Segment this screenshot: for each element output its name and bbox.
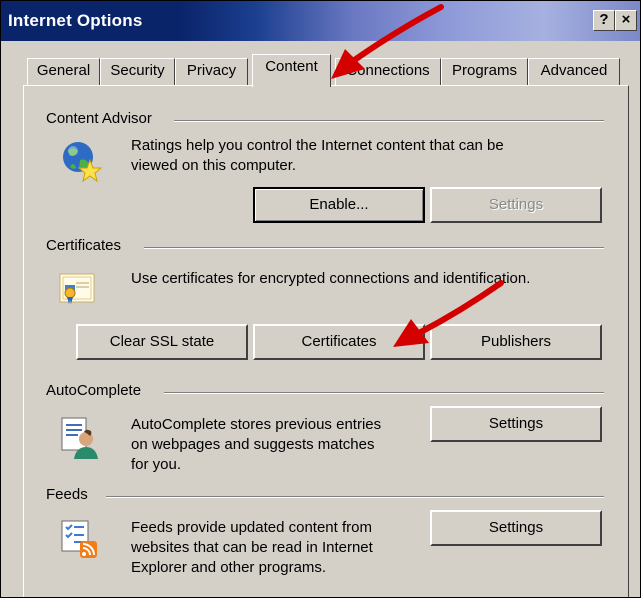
feeds-icon [61,520,97,558]
tab-programs[interactable]: Programs [441,58,528,85]
feeds-settings-button[interactable]: Settings [430,510,602,546]
autocomplete-description-line3: for you. [131,456,182,473]
content-tab-panel: Content Advisor Ratings help you control… [23,85,629,597]
annotation-arrow-certificates-button [393,280,504,347]
content-advisor-description-line2: viewed on this computer. [131,157,297,174]
autocomplete-description-line2: on webpages and suggests matches [131,436,375,453]
autocomplete-separator [164,392,604,394]
clear-ssl-state-button[interactable]: Clear SSL state [76,324,248,360]
certificates-title: Certificates [46,237,128,254]
certificate-icon [59,273,95,304]
tab-privacy[interactable]: Privacy [175,58,248,85]
feeds-separator [106,496,604,498]
tab-advanced[interactable]: Advanced [528,58,620,85]
autocomplete-user-icon [61,417,98,459]
close-button[interactable]: × [615,10,637,31]
window-title: Internet Options [8,11,143,30]
feeds-title: Feeds [46,486,94,503]
tab-general[interactable]: General [27,58,100,85]
content-advisor-settings-button[interactable]: Settings [430,187,602,223]
autocomplete-title: AutoComplete [46,382,148,399]
internet-options-dialog: Internet Options ? × General Security Pr… [0,0,641,598]
content-advisor-title: Content Advisor [46,110,158,127]
content-advisor-description-line1: Ratings help you control the Internet co… [131,137,504,154]
autocomplete-settings-button[interactable]: Settings [430,406,602,442]
feeds-description-line2: websites that can be read in Internet [131,539,373,556]
certificates-separator [144,247,604,249]
feeds-description-line1: Feeds provide updated content from [131,519,372,536]
feeds-description-line3: Explorer and other programs. [131,559,327,576]
autocomplete-description-line1: AutoComplete stores previous entries [131,416,382,433]
globe-star-icon [63,142,103,183]
tab-security[interactable]: Security [100,58,175,85]
enable-button[interactable]: Enable... [253,187,425,223]
help-button[interactable]: ? [593,10,615,31]
content-advisor-separator [174,120,604,122]
tab-content[interactable]: Content [252,54,331,87]
